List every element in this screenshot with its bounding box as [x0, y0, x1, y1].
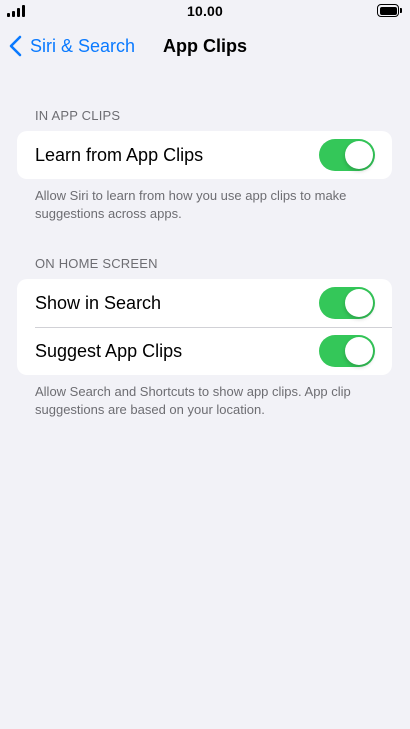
row-label: Show in Search — [35, 292, 162, 313]
learn-from-app-clips-toggle[interactable] — [319, 139, 375, 171]
row-show-in-search: Show in Search — [17, 279, 392, 327]
settings-group-in-app-clips: Learn from App Clips — [17, 131, 392, 179]
show-in-search-toggle[interactable] — [319, 287, 375, 319]
back-button-label: Siri & Search — [30, 35, 136, 56]
toggle-knob — [345, 289, 373, 317]
section-footer-in-app-clips: Allow Siri to learn from how you use app… — [35, 188, 347, 221]
settings-screen: 10.00 Siri & Search App Clips IN APP CLI… — [0, 0, 410, 729]
status-bar: 10.00 — [0, 0, 410, 24]
toggle-knob — [345, 337, 373, 365]
row-label: Learn from App Clips — [35, 144, 204, 165]
section-header-on-home-screen: ON HOME SCREEN — [35, 256, 158, 271]
suggest-app-clips-toggle[interactable] — [319, 335, 375, 367]
page-title: App Clips — [163, 36, 247, 56]
back-button[interactable]: Siri & Search — [8, 32, 135, 60]
navigation-bar: Siri & Search App Clips — [0, 28, 410, 64]
chevron-left-icon — [9, 35, 22, 57]
row-suggest-app-clips: Suggest App Clips — [17, 327, 392, 375]
status-time: 10.00 — [186, 3, 224, 19]
toggle-knob — [345, 141, 373, 169]
row-learn-from-app-clips: Learn from App Clips — [17, 131, 392, 179]
section-footer-on-home-screen: Allow Search and Shortcuts to show app c… — [35, 384, 351, 417]
row-label: Suggest App Clips — [35, 340, 183, 361]
section-header-in-app-clips: IN APP CLIPS — [35, 108, 121, 123]
battery-full-icon — [377, 4, 402, 17]
settings-group-on-home-screen: Show in Search Suggest App Clips — [17, 279, 392, 375]
